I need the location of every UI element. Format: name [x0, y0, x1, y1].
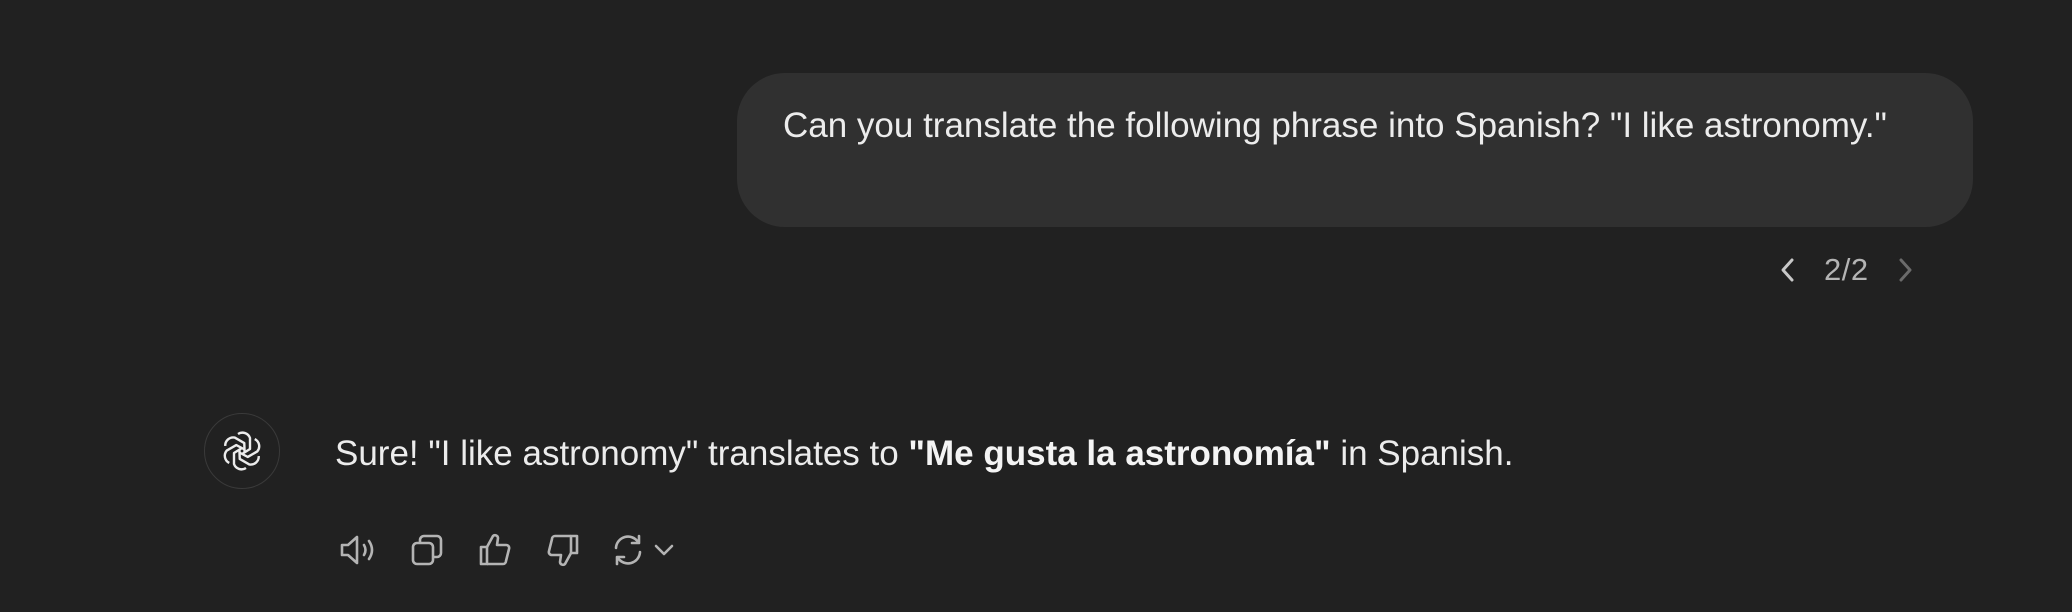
response-pager: 2/2 — [1766, 248, 1927, 292]
regenerate-options-toggle[interactable] — [650, 525, 678, 575]
regenerate-icon — [614, 534, 642, 566]
next-response-button[interactable] — [1883, 248, 1927, 292]
read-aloud-button[interactable] — [334, 525, 384, 575]
regenerate-button[interactable] — [606, 525, 650, 575]
openai-logo-icon — [223, 431, 261, 471]
user-message-bubble: Can you translate the following phrase i… — [737, 73, 1973, 227]
assistant-message-prefix: Sure! "I like astronomy" translates to — [335, 434, 909, 473]
message-actions-bar — [334, 525, 678, 575]
speaker-icon — [340, 535, 374, 565]
thumbs-down-icon — [547, 534, 579, 567]
chevron-right-icon — [1899, 258, 1912, 282]
copy-icon — [411, 534, 443, 566]
good-response-button[interactable] — [470, 525, 520, 575]
thumbs-up-icon — [479, 533, 511, 566]
previous-response-button[interactable] — [1766, 248, 1810, 292]
assistant-message-suffix: in Spanish. — [1330, 434, 1514, 473]
chat-page: Can you translate the following phrase i… — [0, 0, 2072, 612]
chevron-down-icon — [654, 544, 674, 556]
chevron-left-icon — [1781, 258, 1794, 282]
bad-response-button[interactable] — [538, 525, 588, 575]
assistant-avatar — [204, 413, 280, 489]
assistant-message-translation: "Me gusta la astronomía" — [908, 434, 1331, 473]
assistant-message-text: Sure! "I like astronomy" translates to "… — [335, 427, 1514, 481]
response-counter: 2/2 — [1824, 252, 1869, 287]
copy-button[interactable] — [402, 525, 452, 575]
regenerate-menu-button[interactable] — [606, 525, 678, 575]
user-message-text: Can you translate the following phrase i… — [783, 106, 1887, 145]
